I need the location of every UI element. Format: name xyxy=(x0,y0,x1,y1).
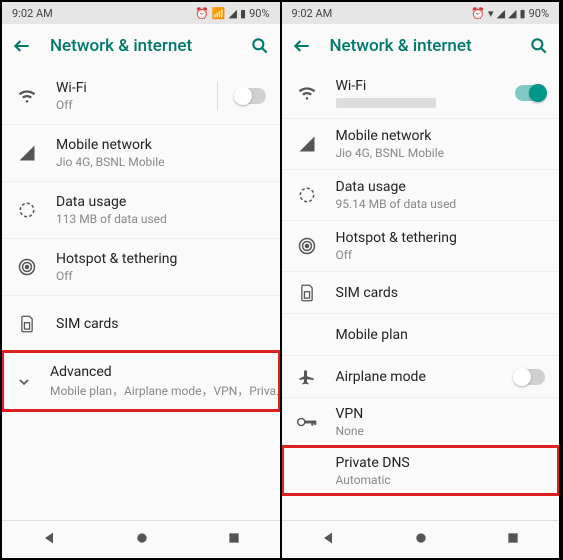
dns-label: Private DNS xyxy=(336,455,546,471)
mobile-sub: Jio 4G, BSNL Mobile xyxy=(336,146,546,160)
alarm-icon: ⏰ xyxy=(471,7,485,20)
signal-icon: 📶 xyxy=(212,7,226,20)
data-icon xyxy=(16,201,38,219)
mobile-label: Mobile network xyxy=(336,128,546,144)
status-icons: ⏰ ▾ ◢ ◢ ▮ 90% xyxy=(471,7,549,20)
settings-list: Wi-Fi Off Mobile network Jio 4G, BSNL Mo… xyxy=(2,68,280,520)
battery-icon: ▮ xyxy=(240,7,246,20)
airplane-label: Airplane mode xyxy=(336,369,498,385)
signal-icon: ◢ xyxy=(497,7,505,20)
advanced-label: Advanced xyxy=(50,364,280,380)
signal-icon-2: ◢ xyxy=(508,7,516,20)
phone-right: 9:02 AM ⏰ ▾ ◢ ◢ ▮ 90% Network & internet… xyxy=(282,2,562,558)
vpn-label: VPN xyxy=(336,406,546,422)
wifi-icon xyxy=(296,83,318,103)
back-icon[interactable] xyxy=(12,36,32,56)
airplane-icon xyxy=(296,368,318,386)
hotspot-label: Hotspot & tethering xyxy=(56,251,266,267)
sim-label: SIM cards xyxy=(336,285,546,301)
row-mobile-plan[interactable]: Mobile plan xyxy=(282,313,560,355)
data-icon xyxy=(296,186,318,204)
back-icon[interactable] xyxy=(292,36,312,56)
navbar xyxy=(2,520,280,558)
row-sim[interactable]: SIM cards xyxy=(2,295,280,351)
wifi-label: Wi-Fi xyxy=(336,78,498,94)
wifi-sub: Off xyxy=(56,98,199,112)
navbar xyxy=(282,520,560,558)
status-icons: ⏰ 📶 ◢ ▮ 90% xyxy=(195,7,269,20)
data-sub: 113 MB of data used xyxy=(56,212,266,226)
nav-recent-icon[interactable] xyxy=(227,530,241,549)
airplane-toggle[interactable] xyxy=(515,369,545,385)
search-icon[interactable] xyxy=(529,36,549,56)
nav-back-icon[interactable] xyxy=(41,530,57,550)
row-mobile[interactable]: Mobile network Jio 4G, BSNL Mobile xyxy=(2,124,280,181)
chevron-down-icon xyxy=(16,374,32,390)
mobile-label: Mobile network xyxy=(56,137,266,153)
hotspot-icon xyxy=(16,258,38,276)
row-vpn[interactable]: VPN None xyxy=(282,397,560,446)
app-header: Network & internet xyxy=(2,24,280,68)
alarm-icon: ⏰ xyxy=(195,7,209,20)
row-wifi[interactable]: Wi-Fi Off xyxy=(2,68,280,124)
vpn-sub: None xyxy=(336,424,546,438)
hotspot-sub: Off xyxy=(336,248,546,262)
nav-home-icon[interactable] xyxy=(413,530,429,550)
row-private-dns[interactable]: Private DNS Automatic xyxy=(282,446,560,495)
wifi-icon xyxy=(16,86,38,106)
wifi-toggle[interactable] xyxy=(515,85,545,101)
vpn-key-icon xyxy=(296,415,318,429)
phone-left: 9:02 AM ⏰ 📶 ◢ ▮ 90% Network & internet W… xyxy=(2,2,282,558)
mobile-sub: Jio 4G, BSNL Mobile xyxy=(56,155,266,169)
nav-recent-icon[interactable] xyxy=(506,530,520,549)
battery-icon: ▮ xyxy=(520,7,526,20)
hotspot-sub: Off xyxy=(56,269,266,283)
sim-label: SIM cards xyxy=(56,316,266,332)
advanced-sub: Mobile plan，Airplane mode，VPN，Priva.. xyxy=(50,382,280,399)
row-hotspot[interactable]: Hotspot & tethering Off xyxy=(282,220,560,271)
battery-percent: 90% xyxy=(529,7,549,20)
row-mobile[interactable]: Mobile network Jio 4G, BSNL Mobile xyxy=(282,118,560,169)
row-wifi[interactable]: Wi-Fi xyxy=(282,68,560,118)
wifi-label: Wi-Fi xyxy=(56,80,199,96)
row-data[interactable]: Data usage 95.14 MB of data used xyxy=(282,169,560,220)
wifi-toggle[interactable] xyxy=(236,88,266,104)
page-title: Network & internet xyxy=(50,36,232,56)
hotspot-label: Hotspot & tethering xyxy=(336,230,546,246)
sim-icon xyxy=(16,315,38,333)
sim-icon xyxy=(296,284,318,302)
battery-percent: 90% xyxy=(249,7,269,20)
row-data[interactable]: Data usage 113 MB of data used xyxy=(2,181,280,238)
row-airplane[interactable]: Airplane mode xyxy=(282,355,560,397)
mobile-icon xyxy=(16,144,38,162)
wifi-status-icon: ▾ xyxy=(488,7,494,20)
nav-back-icon[interactable] xyxy=(320,530,336,550)
signal-icon-2: ◢ xyxy=(229,7,237,20)
row-advanced[interactable]: Advanced Mobile plan，Airplane mode，VPN，P… xyxy=(2,351,280,411)
status-time: 9:02 AM xyxy=(12,7,53,20)
divider xyxy=(217,81,218,111)
statusbar: 9:02 AM ⏰ 📶 ◢ ▮ 90% xyxy=(2,2,280,24)
data-label: Data usage xyxy=(56,194,266,210)
dns-sub: Automatic xyxy=(336,473,546,487)
wifi-sub-redacted xyxy=(336,98,436,108)
hotspot-icon xyxy=(296,237,318,255)
status-time: 9:02 AM xyxy=(292,7,333,20)
search-icon[interactable] xyxy=(250,36,270,56)
page-title: Network & internet xyxy=(330,36,512,56)
plan-label: Mobile plan xyxy=(336,327,546,343)
statusbar: 9:02 AM ⏰ ▾ ◢ ◢ ▮ 90% xyxy=(282,2,560,24)
mobile-icon xyxy=(296,135,318,153)
data-sub: 95.14 MB of data used xyxy=(336,197,546,211)
nav-home-icon[interactable] xyxy=(134,530,150,550)
settings-list: Wi-Fi Mobile network Jio 4G, BSNL Mobile… xyxy=(282,68,560,520)
app-header: Network & internet xyxy=(282,24,560,68)
data-label: Data usage xyxy=(336,179,546,195)
row-hotspot[interactable]: Hotspot & tethering Off xyxy=(2,238,280,295)
row-sim[interactable]: SIM cards xyxy=(282,271,560,313)
